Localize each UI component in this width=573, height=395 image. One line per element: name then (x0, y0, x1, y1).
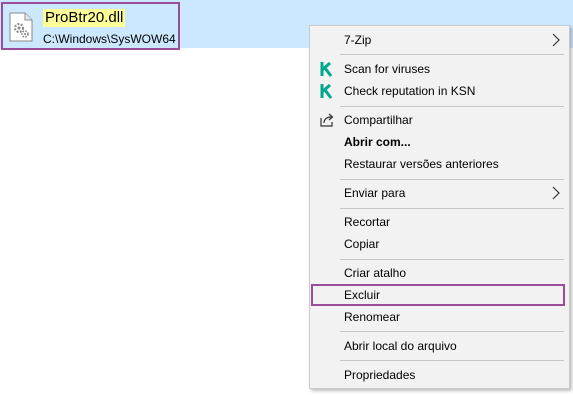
menu-separator (340, 106, 564, 107)
menu-item-label: Compartilhar (344, 113, 413, 127)
chevron-right-icon (552, 186, 560, 200)
excluir-highlight-box (311, 284, 565, 306)
menu-item-recortar[interactable]: Recortar (310, 211, 569, 233)
menu-item-label: Check reputation in KSN (344, 84, 476, 98)
menu-item-label: Abrir local do arquivo (344, 339, 457, 353)
menu-item-abrir-local[interactable]: Abrir local do arquivo (310, 335, 569, 357)
file-name[interactable]: ProBtr20.dll (43, 9, 126, 27)
menu-item-label: Abrir com... (344, 135, 411, 149)
dll-file-icon (9, 12, 33, 42)
menu-item-restaurar-versoes[interactable]: Restaurar versões anteriores (310, 153, 569, 175)
kaspersky-icon (320, 61, 333, 77)
menu-item-propriedades[interactable]: Propriedades (310, 364, 569, 386)
chevron-right-icon (552, 33, 560, 47)
menu-item-scan-for-viruses[interactable]: Scan for viruses (310, 58, 569, 80)
menu-item-label: Renomear (344, 310, 401, 324)
menu-item-label: Recortar (344, 215, 391, 229)
menu-separator (340, 208, 564, 209)
menu-item-renomear[interactable]: Renomear (310, 306, 569, 328)
context-menu: 7-Zip Scan for viruses Check reputation … (309, 25, 570, 389)
menu-separator (340, 360, 564, 361)
menu-separator (340, 259, 564, 260)
menu-item-criar-atalho[interactable]: Criar atalho (310, 262, 569, 284)
kaspersky-icon (320, 83, 333, 99)
menu-item-enviar-para[interactable]: Enviar para (310, 182, 569, 204)
menu-item-label: Propriedades (344, 368, 416, 382)
menu-separator (340, 331, 564, 332)
menu-item-7zip[interactable]: 7-Zip (310, 29, 569, 51)
menu-item-check-reputation[interactable]: Check reputation in KSN (310, 80, 569, 102)
menu-item-compartilhar[interactable]: Compartilhar (310, 109, 569, 131)
menu-item-label: Restaurar versões anteriores (344, 157, 499, 171)
menu-item-label: Enviar para (344, 186, 406, 200)
file-item[interactable]: ProBtr20.dll C:\Windows\SysWOW64 (1, 2, 180, 50)
menu-item-label: 7-Zip (344, 33, 372, 47)
menu-item-label: Copiar (344, 237, 380, 251)
menu-separator (340, 54, 564, 55)
file-path: C:\Windows\SysWOW64 (43, 32, 176, 46)
menu-item-label: Criar atalho (344, 266, 407, 280)
menu-item-copiar[interactable]: Copiar (310, 233, 569, 255)
menu-item-abrir-com[interactable]: Abrir com... (310, 131, 569, 153)
menu-item-label: Scan for viruses (344, 62, 431, 76)
share-icon (320, 113, 334, 127)
menu-separator (340, 179, 564, 180)
